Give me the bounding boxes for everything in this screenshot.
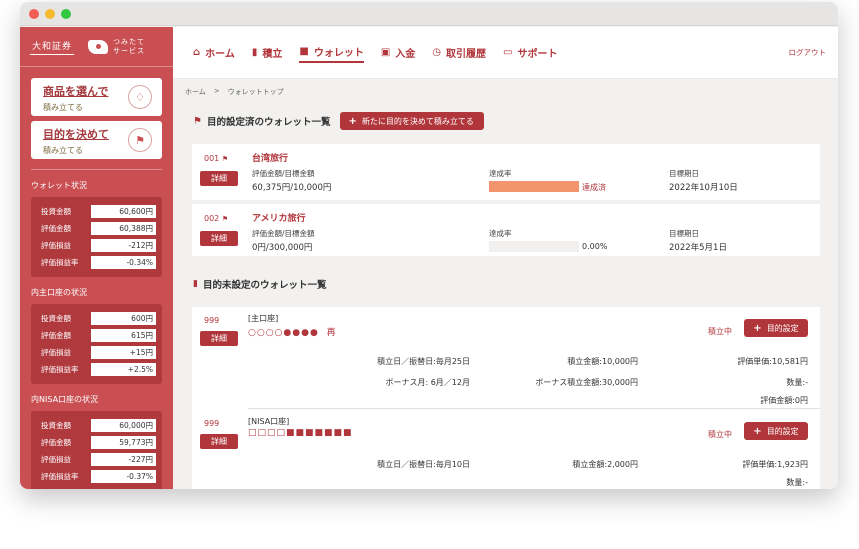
main-account-status-box: 投資金額 600円 評価金額 615円 評価損益 +15円 評価損益率 +2.5% (31, 304, 162, 384)
browser-window: 大和証券 つみたて サービス 商品を選んで 積み立てる ♢ 目的を決めて 積み立… (20, 2, 838, 489)
achievement-progress-bar (489, 241, 579, 252)
breadcrumb-current: ウォレットトップ (227, 88, 284, 96)
nav-home[interactable]: ⌂ ホーム (193, 43, 235, 63)
breadcrumb: ホーム > ウォレットトップ (185, 87, 284, 97)
status-badge: 積立中 (708, 430, 732, 439)
nisa-account-status-box: 投資金額 60,000円 評価金額 59,773円 評価損益 -227円 評価損益率 -… (31, 411, 162, 489)
unset-wallet-card: 999 詳細 [NISA口座] □□□□■■■■■■■ 積立中 + 目的設定 積立… (192, 410, 820, 489)
wallet-number: 999 (204, 316, 220, 325)
wallet-status-title: ウォレット状況 (31, 181, 87, 190)
goal-wallet-card: 001 ⚑ 詳細 台湾旅行 評価金額/目標金額 60,375円/10,000円 … (192, 144, 820, 200)
unset-wallets-title: 目的未設定のウォレット一覧 (202, 280, 327, 291)
stat-row: 投資金額 60,000円 (41, 417, 156, 434)
logout-link[interactable]: ログアウト (789, 47, 827, 58)
minimize-window-icon[interactable] (45, 9, 55, 19)
promo-set-goal[interactable]: 目的を決めて 積み立てる ⚑ (31, 121, 162, 159)
nav-support[interactable]: ▭ サポート (503, 43, 557, 63)
unset-wallet-card: 999 詳細 [主口座] ○○○○●●●● 再 積立中 + 目的設定 積立日／振替… (192, 307, 820, 410)
wallet-detail-button[interactable]: 詳細 (200, 434, 238, 449)
wallet-product-marks: ○○○○●●●● 再 (248, 328, 337, 338)
target-date: 2022年10月10日 (669, 183, 738, 193)
stat-row: 評価損益 +15円 (41, 344, 156, 361)
service-logo: つみたて サービス (88, 38, 145, 56)
unset-wallets-header: ▮ 目的未設定のウォレット一覧 (193, 275, 326, 293)
stat-row: 評価損益率 +2.5% (41, 361, 156, 378)
account-type: [NISA口座] (248, 417, 290, 426)
new-goal-button[interactable]: + 新たに目的を決めて積み立てる (340, 112, 484, 130)
stat-row: 評価金額 60,388円 (41, 220, 156, 237)
wallet-product-marks: □□□□■■■■■■■ (248, 428, 353, 438)
flag-small-icon: ⚑ (221, 215, 229, 223)
close-window-icon[interactable] (29, 9, 39, 19)
set-goal-button[interactable]: + 目的設定 (744, 422, 808, 440)
stat-row: 投資金額 600円 (41, 310, 156, 327)
stat-row: 評価損益率 -0.37% (41, 468, 156, 485)
stat-row: 評価損益 -212円 (41, 237, 156, 254)
wallet-detail-button[interactable]: 詳細 (200, 331, 238, 346)
wallet-amount: 0円/300,000円 (252, 243, 313, 253)
brand-header[interactable]: 大和証券 つみたて サービス (20, 27, 173, 67)
bar-chart-icon: ▮ (193, 279, 198, 289)
flag-icon: ⚑ (193, 115, 202, 127)
brand-logo: 大和証券 (30, 39, 75, 55)
nisa-account-status-title: 内NISA口座の状況 (31, 395, 99, 404)
achievement-progress-bar (489, 181, 579, 192)
goal-flag-icon: ⚑ (128, 128, 152, 152)
nav-deposit[interactable]: ▣ 入金 (381, 43, 415, 63)
achieved-badge: 達成済 (582, 183, 606, 192)
stat-row: 評価金額 59,773円 (41, 434, 156, 451)
goal-wallets-title: 目的設定済のウォレット一覧 (206, 117, 331, 128)
sidebar-divider (31, 169, 162, 170)
top-navigation: ⌂ ホーム ▮ 積立 ■ ウォレット ▣ 入金 ◷ 取引履歴 ▭ サポート ログアウト (173, 27, 838, 79)
wallet-amount: 60,375円/10,000円 (252, 183, 332, 193)
wallet-icon: ■ (299, 46, 309, 57)
plus-icon: + (753, 322, 762, 334)
target-date: 2022年5月1日 (669, 243, 727, 253)
wallet-number: 999 (204, 419, 220, 428)
wallet-name[interactable]: アメリカ旅行 (252, 211, 306, 224)
progress-fill (489, 181, 579, 192)
card-divider (248, 408, 820, 409)
goal-wallets-header: ⚑ 目的設定済のウォレット一覧 + 新たに目的を決めて積み立てる (193, 112, 838, 130)
achievement-rate: 0.00% (582, 242, 608, 251)
main-account-status-title: 内主口座の状況 (31, 288, 87, 297)
wallet-detail-button[interactable]: 詳細 (200, 231, 238, 246)
goal-wallet-card: 002 ⚑ 詳細 アメリカ旅行 評価金額/目標金額 0円/300,000円 達成… (192, 204, 820, 256)
promo-select-product[interactable]: 商品を選んで 積み立てる ♢ (31, 78, 162, 116)
stat-row: 評価金額 615円 (41, 327, 156, 344)
breadcrumb-home[interactable]: ホーム (185, 87, 206, 97)
wallet-status-box: 投資金額 60,600円 評価金額 60,388円 評価損益 -212円 評価損益率 -… (31, 197, 162, 277)
coin-stack-icon: ♢ (128, 85, 152, 109)
wallet-number: 001 ⚑ (204, 154, 229, 163)
plus-icon: + (753, 425, 762, 437)
stat-row: 投資金額 60,600円 (41, 203, 156, 220)
wallet-number: 002 ⚑ (204, 214, 229, 223)
main-content: ⌂ ホーム ▮ 積立 ■ ウォレット ▣ 入金 ◷ 取引履歴 ▭ サポート ログアウト ホー… (173, 27, 838, 489)
status-badge: 積立中 (708, 327, 732, 336)
flag-small-icon: ⚑ (221, 155, 229, 163)
nav-history[interactable]: ◷ 取引履歴 (432, 43, 486, 63)
account-type: [主口座] (248, 314, 279, 323)
wallet-detail-button[interactable]: 詳細 (200, 171, 238, 186)
stat-row: 評価損益率 -0.34% (41, 254, 156, 271)
clock-icon: ◷ (432, 47, 442, 58)
maximize-window-icon[interactable] (61, 9, 71, 19)
deposit-icon: ▣ (380, 47, 391, 58)
bar-chart-icon: ▮ (251, 47, 258, 58)
nav-tsumitate[interactable]: ▮ 積立 (252, 43, 283, 63)
window-titlebar (20, 2, 838, 26)
stat-row: 評価損益 -227円 (41, 451, 156, 468)
book-icon: ▭ (503, 47, 513, 58)
nav-wallet[interactable]: ■ ウォレット (299, 43, 364, 63)
sidebar: 大和証券 つみたて サービス 商品を選んで 積み立てる ♢ 目的を決めて 積み立… (20, 27, 173, 489)
flag-logo-icon (88, 39, 109, 54)
wallet-name[interactable]: 台湾旅行 (252, 151, 288, 164)
set-goal-button[interactable]: + 目的設定 (744, 319, 808, 337)
home-icon: ⌂ (193, 47, 201, 58)
plus-icon: + (348, 115, 357, 127)
